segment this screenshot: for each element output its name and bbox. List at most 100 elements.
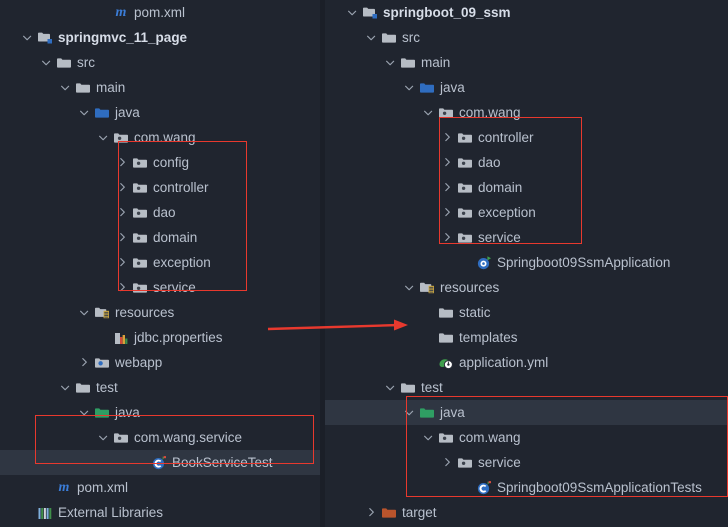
tree-row-label: com.wang [134, 130, 196, 145]
folder-gray-icon [56, 55, 72, 71]
chevron-right-icon[interactable] [441, 206, 454, 219]
chevron-down-icon[interactable] [403, 281, 416, 294]
chevron-down-icon[interactable] [21, 31, 34, 44]
tree-row[interactable]: com.wang.service [0, 425, 320, 450]
tree-row[interactable]: test [0, 375, 320, 400]
tree-row[interactable]: service [0, 275, 320, 300]
chevron-right-icon[interactable] [441, 131, 454, 144]
project-tree-springboot[interactable]: springboot_09_ssm src main java com.wang cont… [325, 0, 728, 527]
chevron-right-icon[interactable] [116, 181, 129, 194]
tree-row[interactable]: domain [325, 175, 728, 200]
tree-row[interactable]: springmvc_11_page [0, 25, 320, 50]
chevron-down-icon[interactable] [78, 106, 91, 119]
tree-row[interactable]: dao [325, 150, 728, 175]
chevron-right-icon[interactable] [441, 231, 454, 244]
tree-row[interactable]: controller [0, 175, 320, 200]
folder-green-icon [419, 405, 435, 421]
chevron-down-icon[interactable] [78, 306, 91, 319]
tree-row-label: exception [153, 255, 211, 270]
tree-row[interactable]: config [0, 150, 320, 175]
tree-row[interactable]: domain [0, 225, 320, 250]
properties-icon [113, 330, 129, 346]
project-tree-springmvc[interactable]: m pom.xml springmvc_11_page src main java com.… [0, 0, 320, 527]
tree-row[interactable]: static [325, 300, 728, 325]
tree-row[interactable]: m pom.xml [0, 475, 320, 500]
tree-row[interactable]: java [325, 75, 728, 100]
chevron-down-icon[interactable] [384, 56, 397, 69]
chevron-right-icon[interactable] [441, 456, 454, 469]
tree-row[interactable]: src [0, 50, 320, 75]
chevron-right-icon[interactable] [365, 506, 378, 519]
chevron-right-icon[interactable] [441, 156, 454, 169]
tree-row[interactable]: main [0, 75, 320, 100]
tree-row[interactable]: jdbc.properties [0, 325, 320, 350]
chevron-down-icon[interactable] [365, 31, 378, 44]
tree-row[interactable]: java [0, 400, 320, 425]
tree-row[interactable]: service [325, 450, 728, 475]
tree-row[interactable]: webapp [0, 350, 320, 375]
tree-row[interactable]: resources [325, 275, 728, 300]
chevron-right-icon[interactable] [441, 181, 454, 194]
package-icon [132, 255, 148, 271]
package-icon [457, 130, 473, 146]
chevron-down-icon[interactable] [403, 81, 416, 94]
chevron-right-icon[interactable] [116, 281, 129, 294]
chevron-down-icon[interactable] [78, 406, 91, 419]
tree-row[interactable]: m pom.xml [0, 0, 320, 25]
tree-row[interactable]: target [325, 500, 728, 525]
tree-row[interactable]: com.wang [325, 100, 728, 125]
tree-row-label: Springboot09SsmApplication [497, 255, 671, 270]
tree-row[interactable]: src [325, 25, 728, 50]
tree-row[interactable]: com.wang [325, 425, 728, 450]
tree-row[interactable]: com.wang [0, 125, 320, 150]
folder-green-icon [94, 405, 110, 421]
folder-gray-icon [75, 80, 91, 96]
chevron-down-icon[interactable] [384, 381, 397, 394]
tree-row-label: com.wang.service [134, 430, 243, 445]
tree-row[interactable]: test [325, 375, 728, 400]
tree-row[interactable]: exception [0, 250, 320, 275]
tree-row[interactable]: springboot_09_ssm [325, 0, 728, 25]
tree-row[interactable]: java [0, 100, 320, 125]
tree-row[interactable]: BookServiceTest [0, 450, 320, 475]
java-test-class-icon [476, 480, 492, 496]
chevron-right-icon[interactable] [116, 256, 129, 269]
tree-row[interactable]: Springboot09SsmApplicationTests [325, 475, 728, 500]
tree-row[interactable]: controller [325, 125, 728, 150]
chevron-right-icon[interactable] [116, 156, 129, 169]
tree-row-label: service [478, 455, 521, 470]
chevron-down-icon[interactable] [403, 406, 416, 419]
chevron-down-icon[interactable] [97, 431, 110, 444]
tree-row-label: java [115, 405, 140, 420]
tree-row[interactable]: External Libraries [0, 500, 320, 525]
tree-row[interactable]: dao [0, 200, 320, 225]
chevron-down-icon[interactable] [97, 131, 110, 144]
chevron-right-icon[interactable] [116, 206, 129, 219]
package-icon [113, 430, 129, 446]
tree-row[interactable]: templates [325, 325, 728, 350]
tree-row[interactable]: application.yml [325, 350, 728, 375]
tree-row[interactable]: service [325, 225, 728, 250]
chevron-down-icon[interactable] [40, 56, 53, 69]
chevron-down-icon[interactable] [422, 431, 435, 444]
tree-row-label: src [77, 55, 95, 70]
tree-row[interactable]: Springboot09SsmApplication [325, 250, 728, 275]
tree-row-label: main [421, 55, 451, 70]
chevron-down-icon[interactable] [422, 106, 435, 119]
package-icon [457, 230, 473, 246]
chevron-down-icon[interactable] [59, 81, 72, 94]
chevron-right-icon[interactable] [78, 356, 91, 369]
tree-row[interactable]: exception [325, 200, 728, 225]
chevron-right-icon[interactable] [116, 231, 129, 244]
tree-row[interactable]: java [325, 400, 728, 425]
tree-row[interactable]: resources [0, 300, 320, 325]
tree-row[interactable]: main [325, 50, 728, 75]
chevron-down-icon[interactable] [59, 381, 72, 394]
tree-row-label: config [153, 155, 190, 170]
tree-row-label: External Libraries [58, 505, 164, 520]
chevron-down-icon[interactable] [346, 6, 359, 19]
